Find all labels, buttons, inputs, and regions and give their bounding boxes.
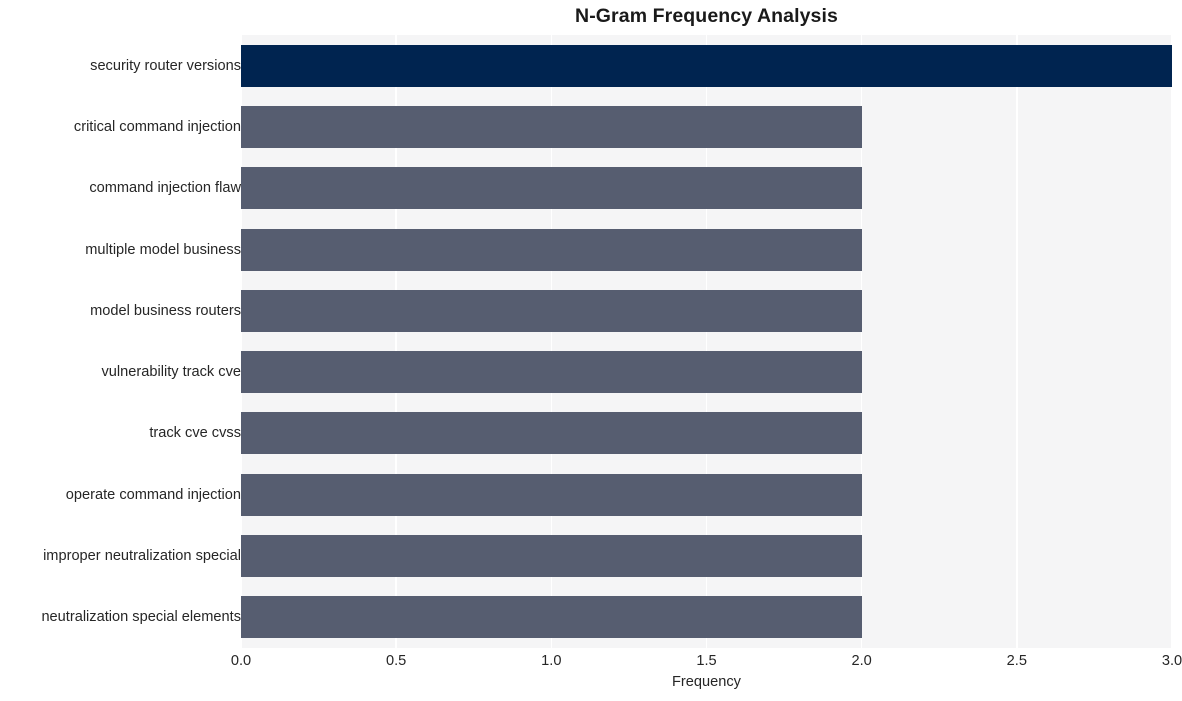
bar[interactable] bbox=[241, 228, 862, 271]
bar-row bbox=[241, 228, 1172, 271]
y-axis-tick-label: security router versions bbox=[90, 57, 241, 74]
bar-row bbox=[241, 535, 1172, 578]
chart-title: N-Gram Frequency Analysis bbox=[575, 5, 838, 27]
plot-area bbox=[240, 35, 1173, 648]
x-axis-tick-label: 0.0 bbox=[230, 653, 252, 669]
bar[interactable] bbox=[241, 44, 1172, 87]
bar-row bbox=[241, 351, 1172, 394]
x-axis-tick-label: 2.0 bbox=[851, 653, 872, 669]
bar-row bbox=[241, 473, 1172, 516]
x-axis-tick-label: 1.5 bbox=[696, 653, 717, 669]
bar-row bbox=[241, 44, 1172, 87]
y-axis-tick-label: track cve cvss bbox=[149, 425, 241, 442]
x-axis-tick-label: 3.0 bbox=[1161, 653, 1182, 669]
x-axis-tick-label: 1.0 bbox=[541, 653, 562, 669]
y-axis-tick-label: vulnerability track cve bbox=[101, 364, 241, 381]
bar-row bbox=[241, 596, 1172, 639]
x-axis-label: Frequency bbox=[672, 674, 741, 690]
bar-row bbox=[241, 167, 1172, 210]
y-axis-tick-label: command injection flaw bbox=[89, 180, 241, 197]
bar-row bbox=[241, 105, 1172, 148]
y-axis-tick-label: model business routers bbox=[90, 302, 241, 319]
bar[interactable] bbox=[241, 105, 862, 148]
bar[interactable] bbox=[241, 412, 862, 455]
y-axis-tick-label: operate command injection bbox=[65, 486, 241, 503]
bar[interactable] bbox=[241, 535, 862, 578]
y-axis-tick-label: improper neutralization special bbox=[43, 548, 241, 565]
x-axis-tick-label: 2.5 bbox=[1006, 653, 1027, 669]
y-axis-tick-label: critical command injection bbox=[73, 118, 241, 135]
bar[interactable] bbox=[241, 167, 862, 210]
y-axis-tick-label: neutralization special elements bbox=[41, 609, 241, 626]
bar[interactable] bbox=[241, 289, 862, 332]
bar-row bbox=[241, 412, 1172, 455]
bar-row bbox=[241, 289, 1172, 332]
bar[interactable] bbox=[241, 351, 862, 394]
bar[interactable] bbox=[241, 596, 862, 639]
x-axis-tick-label: 0.5 bbox=[386, 653, 407, 669]
bar[interactable] bbox=[241, 473, 862, 516]
chart-figure: N-Gram Frequency Analysis security route… bbox=[0, 0, 1182, 701]
y-axis-tick-label: multiple model business bbox=[85, 241, 241, 258]
